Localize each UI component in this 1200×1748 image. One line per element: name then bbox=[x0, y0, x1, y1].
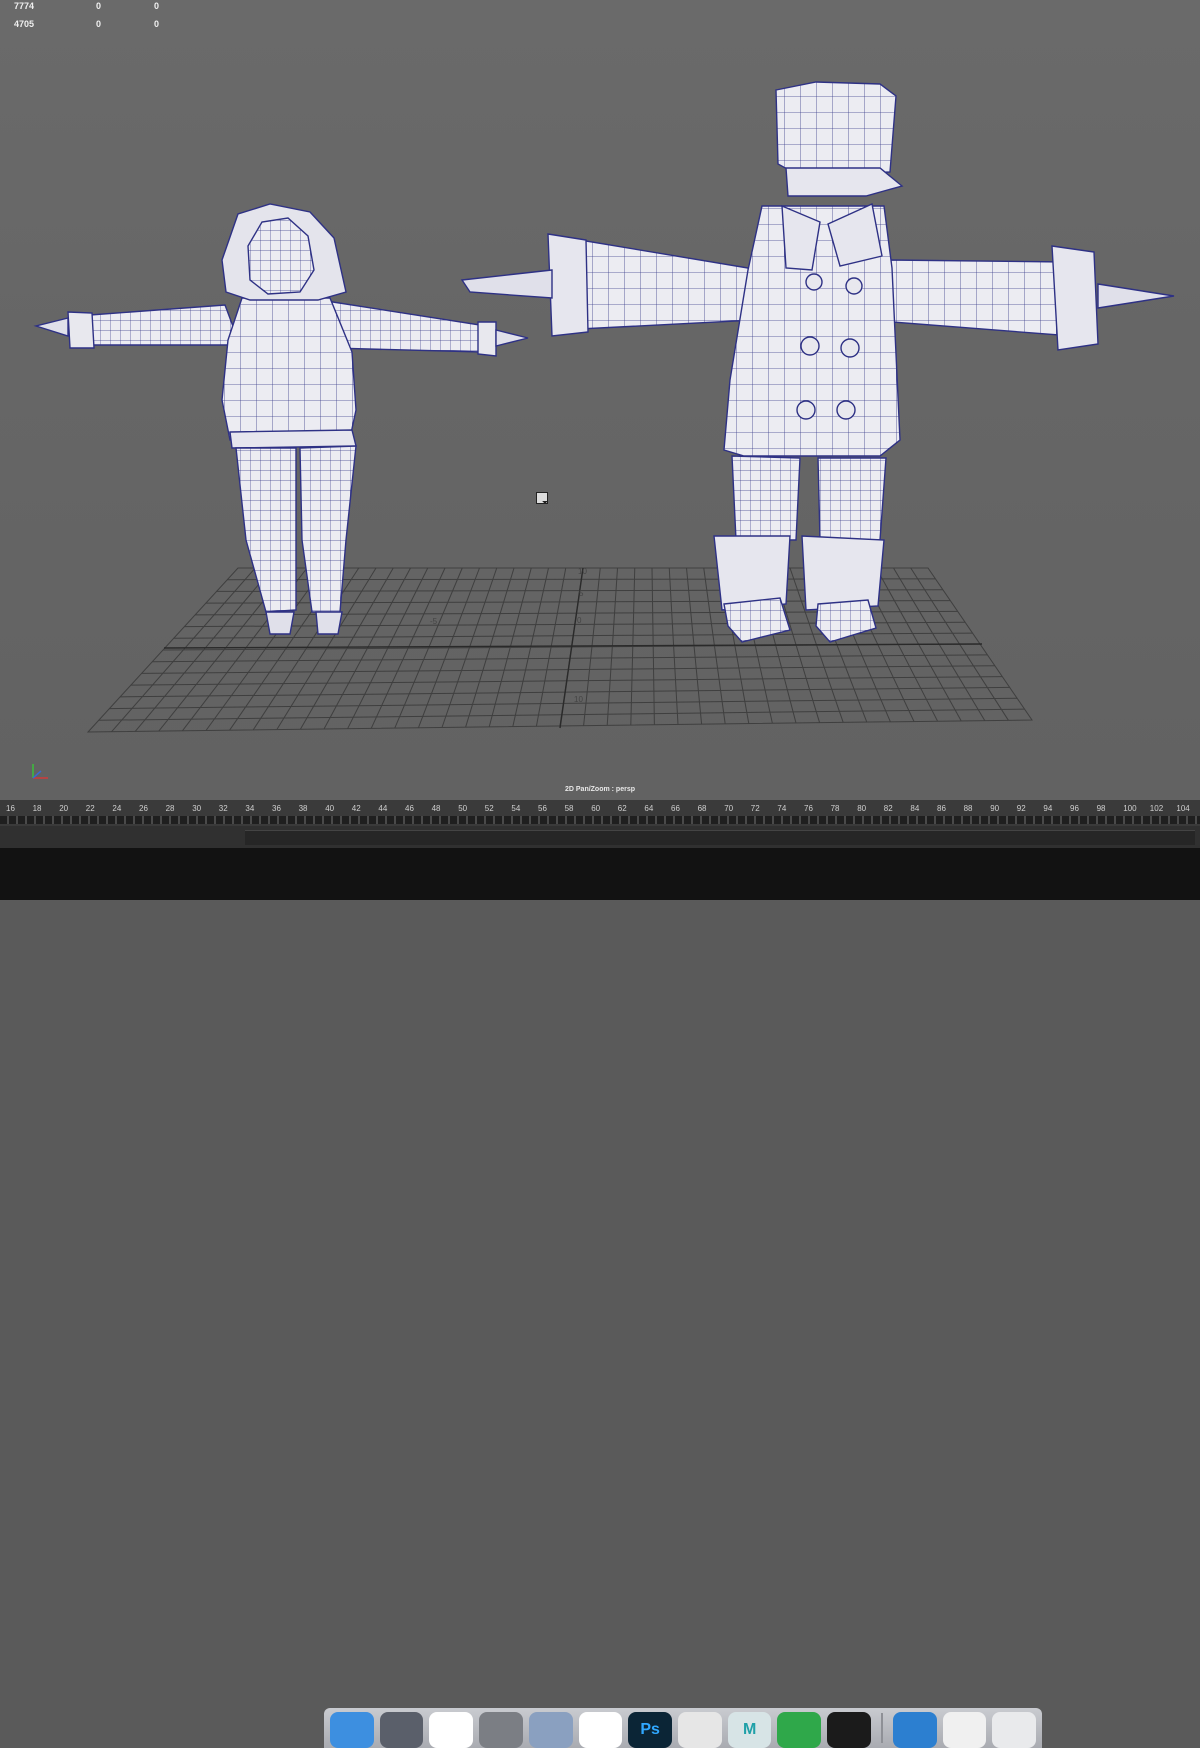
timeline-track[interactable] bbox=[0, 816, 1200, 824]
monitor-bezel: Ps M bbox=[0, 848, 1200, 1748]
timeline-tick: 36 bbox=[272, 804, 281, 813]
timeline-tick: 28 bbox=[165, 804, 175, 813]
range-slider[interactable] bbox=[0, 826, 1200, 848]
photos-icon[interactable] bbox=[429, 1712, 474, 1748]
dock-icon-glyph: M bbox=[742, 1721, 757, 1738]
top-hat-character-model[interactable] bbox=[460, 81, 1175, 643]
timeline-tick: 32 bbox=[218, 804, 228, 813]
timeline-tick: 46 bbox=[405, 804, 414, 813]
range-slider-track[interactable] bbox=[245, 830, 1195, 845]
timeline-tick: 54 bbox=[511, 804, 521, 813]
timeline-tick: 96 bbox=[1070, 804, 1079, 813]
timeline-tick: 92 bbox=[1016, 804, 1026, 813]
timeline-tick: 64 bbox=[644, 804, 654, 813]
timeline-tick: 40 bbox=[325, 804, 335, 813]
timeline-tick: 16 bbox=[6, 804, 15, 813]
timeline-tick: 48 bbox=[431, 804, 441, 813]
scene-view[interactable]: 10 5 0 -5 10 bbox=[0, 0, 1200, 800]
preview-icon[interactable] bbox=[528, 1712, 573, 1748]
timeline-tick: 88 bbox=[963, 804, 973, 813]
timeline-tick: 98 bbox=[1096, 804, 1106, 813]
timeline-tick: 82 bbox=[883, 804, 893, 813]
substance-icon[interactable] bbox=[777, 1712, 822, 1748]
timeline-tick: 100 bbox=[1123, 804, 1137, 813]
trash-icon[interactable] bbox=[992, 1712, 1037, 1748]
grid-label: 10 bbox=[578, 567, 587, 576]
timeline-tick: 62 bbox=[617, 804, 627, 813]
photoshop-icon[interactable]: Ps bbox=[628, 1712, 673, 1748]
timeline-tick: 18 bbox=[32, 804, 42, 813]
timeline-tick: 20 bbox=[59, 804, 69, 813]
timeline-tick: 94 bbox=[1043, 804, 1053, 813]
timeline-tick: 84 bbox=[910, 804, 920, 813]
grid-label: 0 bbox=[577, 616, 582, 625]
timeline-tick: 34 bbox=[245, 804, 255, 813]
timeline-tick: 68 bbox=[697, 804, 707, 813]
timeline-tick: 24 bbox=[112, 804, 122, 813]
timeline-tick: 70 bbox=[724, 804, 734, 813]
dock: Ps M bbox=[324, 1708, 1042, 1748]
timeline-tick: 86 bbox=[937, 804, 946, 813]
timeline-tick: 50 bbox=[458, 804, 468, 813]
zbrush-icon[interactable] bbox=[678, 1712, 722, 1748]
maya-icon[interactable]: M bbox=[727, 1712, 772, 1748]
timeline-tick: 22 bbox=[85, 804, 95, 813]
timeline-tick: 52 bbox=[484, 804, 494, 813]
timeline-tick: 56 bbox=[538, 804, 547, 813]
timeline-tick: 60 bbox=[591, 804, 601, 813]
timeline-tick: 80 bbox=[857, 804, 867, 813]
timeline-tick: 26 bbox=[139, 804, 148, 813]
timeline-tick: 44 bbox=[378, 804, 388, 813]
timeline-tick: 78 bbox=[830, 804, 840, 813]
time-slider[interactable]: 16 18 20 22 24 26 28 30 32 34 36 38 40 42 44 46 48 50 52 54… bbox=[0, 800, 1200, 826]
grid-label: 10 bbox=[574, 695, 583, 704]
timeline-tick: 104 bbox=[1176, 804, 1190, 813]
launchpad-icon[interactable] bbox=[379, 1712, 424, 1748]
timeline-tick: 90 bbox=[990, 804, 1000, 813]
timeline-ruler: 16 18 20 22 24 26 28 30 32 34 36 38 40 42 44 46 48 50 52 54… bbox=[0, 804, 1200, 816]
axis-gizmo-icon bbox=[32, 764, 48, 779]
timeline-tick: 42 bbox=[351, 804, 361, 813]
timeline-tick: 66 bbox=[671, 804, 680, 813]
system-preferences-icon[interactable] bbox=[479, 1712, 523, 1748]
grid-label: 5 bbox=[579, 589, 584, 598]
speaker-app-icon[interactable] bbox=[827, 1712, 871, 1748]
document-icon[interactable] bbox=[942, 1712, 987, 1748]
timeline-tick: 38 bbox=[298, 804, 308, 813]
timeline-tick: 58 bbox=[564, 804, 574, 813]
timeline-tick: 102 bbox=[1149, 804, 1164, 813]
dock-icon-glyph: Ps bbox=[640, 1721, 660, 1738]
timeline-tick: 74 bbox=[777, 804, 787, 813]
pointer-cursor-icon bbox=[536, 492, 548, 504]
3d-viewport[interactable]: 7774 0 0 4705 0 0 10 5 0 -5 10 2D Pan/Zo… bbox=[0, 0, 1200, 800]
chrome-icon[interactable] bbox=[578, 1712, 623, 1748]
timeline-tick: 72 bbox=[750, 804, 760, 813]
timeline-tick: 76 bbox=[804, 804, 813, 813]
finder-icon[interactable] bbox=[330, 1712, 374, 1748]
hooded-character-model[interactable] bbox=[33, 203, 529, 635]
camera-label: 2D Pan/Zoom : persp bbox=[564, 786, 635, 793]
dock-separator bbox=[880, 1713, 883, 1743]
grid-label: -5 bbox=[430, 617, 438, 626]
network-globe-icon[interactable] bbox=[892, 1712, 937, 1748]
ground-grid bbox=[86, 567, 1033, 733]
timeline-tick: 30 bbox=[192, 804, 202, 813]
